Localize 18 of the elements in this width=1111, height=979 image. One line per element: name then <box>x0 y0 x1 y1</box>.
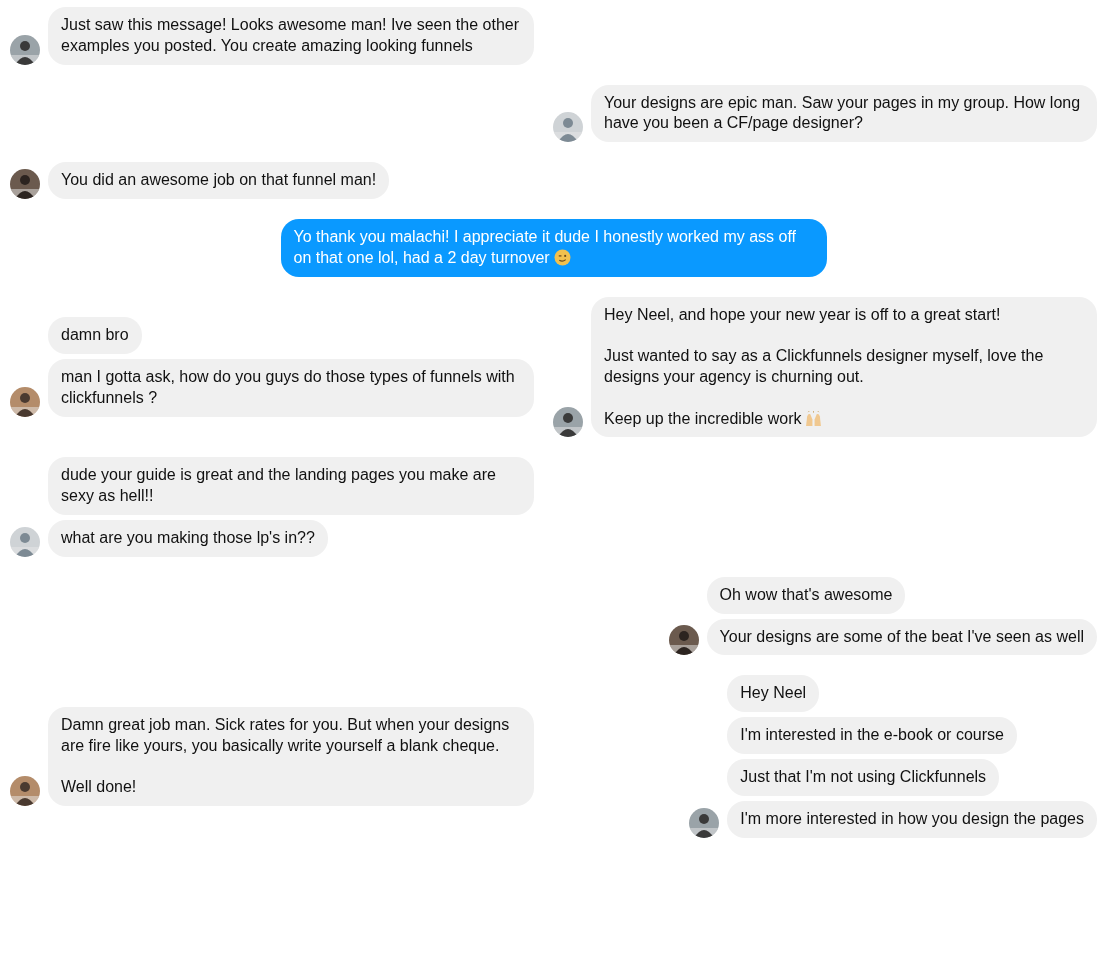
winking-face-icon <box>553 248 571 266</box>
message-bubble: Just saw this message! Looks awesome man! Ive seen the other examples you posted. You create amazing looking funnels <box>48 7 534 65</box>
message-bubble: Just that I'm not using Clickfunnels <box>727 758 1000 796</box>
message-bubble: Oh wow that's awesome <box>706 576 906 614</box>
raised-hands-icon <box>805 409 823 427</box>
message-bubble: what are you making those lp's in?? <box>48 519 328 557</box>
message-bubble: I'm interested in the e-book or course <box>727 717 1017 754</box>
message-bubble: Your designs are epic man. Saw your pages in my group. How long have you been a CF/page designer? <box>591 84 1097 143</box>
message-bubble: Hey Neel <box>727 675 820 713</box>
message-bubble: man I gotta ask, how do you guys do those types of funnels with clickfunnels ? <box>48 359 534 417</box>
message-bubble: Your designs are some of the beat I've seen as well <box>706 618 1097 656</box>
message-bubble: I'm more interested in how you design the pages <box>727 800 1097 838</box>
message-bubble: You did an awesome job on that funnel man! <box>48 162 390 199</box>
message-bubble: damn bro <box>48 317 142 355</box>
message-bubble: dude your guide is great and the landing pages you make are sexy as hell!! <box>48 457 534 515</box>
message-bubble: Hey Neel, and hope your new year is off to a great start! Just wanted to say as a Clickfunnels designer myself, love the designs your agency is churning out. Keep up the incredible work <box>591 296 1097 438</box>
message-bubble: Yo thank you malachi! I appreciate it dude I honestly worked my ass off on that one lol, had a 2 day turnover <box>280 219 827 277</box>
message-bubble: Damn great job man. Sick rates for you. But when your designs are fire like yours, you basically write yourself a blank cheque. Well done! <box>48 706 534 807</box>
